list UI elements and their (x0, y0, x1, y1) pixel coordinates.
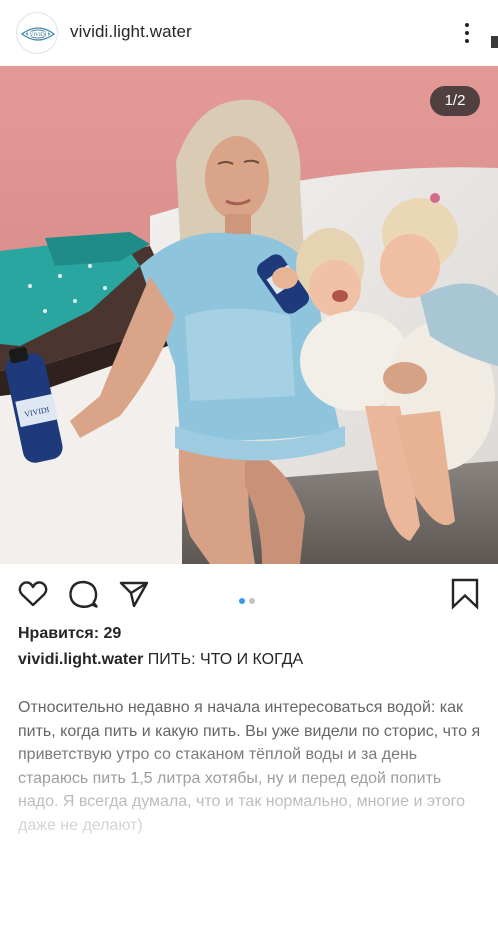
scroll-indicator (491, 36, 498, 48)
avatar-logo-text: VIVIDI (29, 32, 46, 38)
photo-illustration: VIVIDI (0, 66, 498, 564)
paper-plane-icon[interactable] (118, 578, 150, 610)
caption-title: ПИТЬ: ЧТО И КОГДА (143, 651, 304, 668)
image-counter-badge: 1/2 (430, 86, 480, 116)
likes-count[interactable]: Нравится: 29 (18, 625, 121, 643)
post-image[interactable]: VIVIDI (0, 66, 498, 564)
action-bar (0, 564, 498, 622)
text-fade-overlay (0, 740, 498, 938)
avatar[interactable]: VIVIDI (16, 12, 58, 54)
caption-line: vividi.light.water ПИТЬ: ЧТО И КОГДА (18, 651, 303, 669)
carousel-dot-active (239, 598, 245, 604)
more-vertical-icon[interactable] (455, 18, 479, 48)
heart-icon[interactable] (17, 578, 49, 610)
caption-username[interactable]: vividi.light.water (18, 651, 143, 668)
post-username[interactable]: vividi.light.water (70, 22, 192, 42)
carousel-dot (249, 598, 255, 604)
bookmark-icon[interactable] (449, 578, 481, 610)
vividi-logo-icon: VIVIDI (19, 15, 57, 53)
comment-icon[interactable] (67, 578, 99, 610)
carousel-dots (239, 591, 259, 604)
post-header: VIVIDI vividi.light.water (0, 0, 498, 66)
